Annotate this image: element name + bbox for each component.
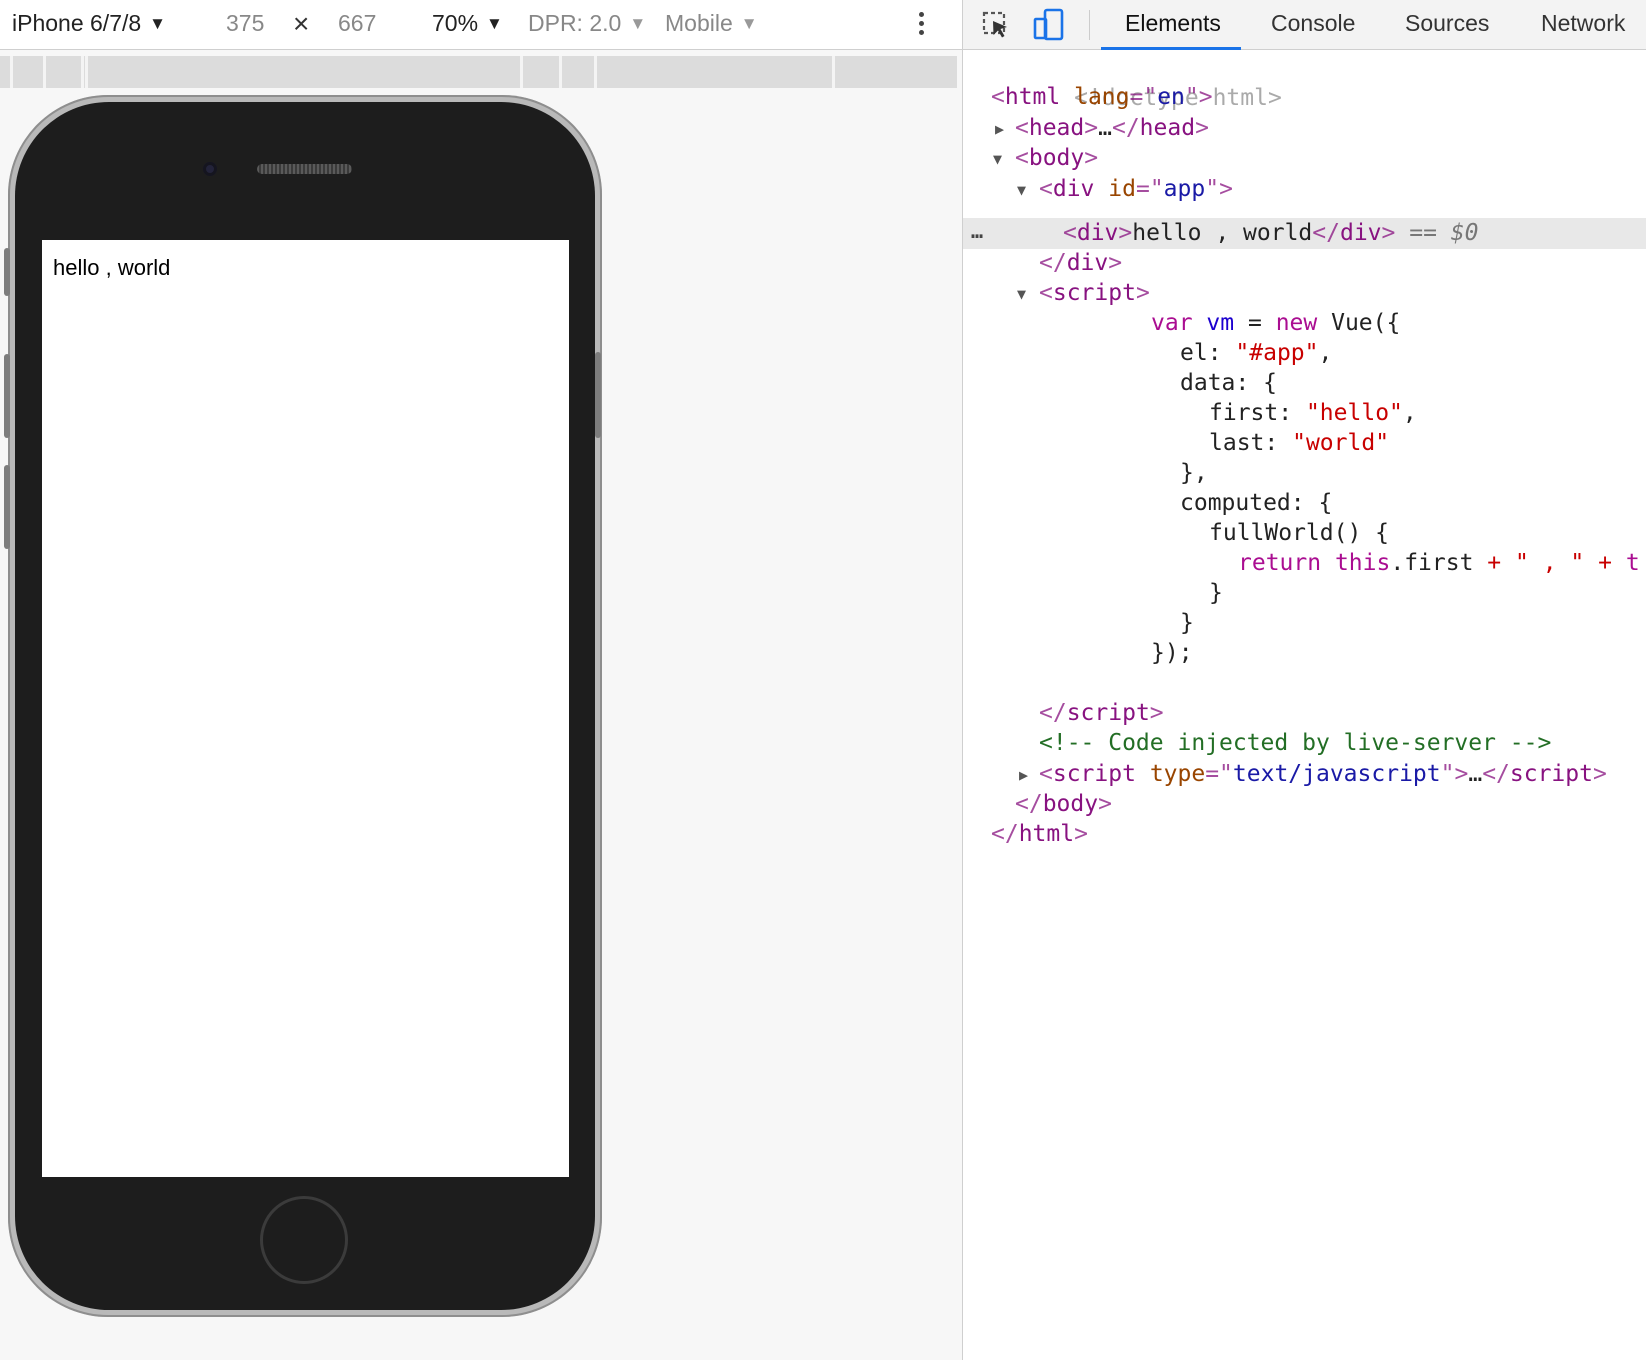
tab-console[interactable]: Console: [1271, 10, 1355, 37]
js-line: return this.first + " , " + t: [1238, 550, 1640, 576]
dom-line-script-close[interactable]: </script>: [1039, 698, 1164, 729]
caret-down-icon: ▼: [740, 14, 758, 33]
js-line: });: [1151, 640, 1193, 666]
dpr-selector[interactable]: DPR: 2.0 ▼: [528, 10, 646, 37]
dom-line-comment[interactable]: <!-- Code injected by live-server -->: [1039, 728, 1551, 759]
mode-value: Mobile: [665, 10, 733, 36]
dpr-value: DPR: 2.0: [528, 10, 622, 36]
dom-line-div-app[interactable]: <div id="app">: [1039, 174, 1233, 205]
js-line: computed: {: [1180, 490, 1333, 516]
speaker-grille: [257, 164, 352, 174]
swap-dimensions-icon[interactable]: ×: [293, 8, 309, 40]
emulated-viewport[interactable]: hello , world: [42, 240, 569, 1177]
dom-tree[interactable]: … <!doctype html> <html lang="en"> ▶ <he…: [963, 50, 1646, 1360]
js-line: },: [1180, 460, 1208, 486]
js-line: first: "hello",: [1209, 400, 1417, 426]
volume-up-button: [4, 354, 10, 438]
inspect-element-icon[interactable]: [981, 10, 1011, 45]
js-line: data: {: [1180, 370, 1277, 396]
mode-selector[interactable]: Mobile ▼: [665, 10, 758, 37]
height-input[interactable]: 667: [338, 10, 376, 37]
devtools-tabbar: Elements Console Sources Network: [963, 0, 1646, 50]
dom-line-selected-div[interactable]: <div>hello , world</div> == $0: [1063, 218, 1479, 249]
camera-icon: [203, 162, 217, 176]
dom-line-doctype[interactable]: <!doctype html>: [991, 52, 1282, 111]
expand-arrow-icon[interactable]: ▶: [1019, 766, 1028, 784]
device-emulation-pane: iPhone 6/7/8 ▼ 375 × 667 70% ▼ DPR: 2.0 ▼ M…: [0, 0, 962, 1360]
caret-down-icon: ▼: [629, 14, 647, 33]
zoom-value: 70%: [432, 10, 479, 36]
js-line: fullWorld() {: [1209, 520, 1390, 546]
node-actions-icon[interactable]: …: [971, 218, 984, 244]
tab-network[interactable]: Network: [1541, 10, 1625, 37]
expand-arrow-icon[interactable]: ▶: [995, 120, 1004, 138]
dom-line-body-close[interactable]: </body>: [1015, 789, 1112, 820]
dom-line-script-injected[interactable]: <script type="text/javascript">…</script…: [1039, 759, 1607, 790]
device-name: iPhone 6/7/8: [12, 10, 142, 36]
caret-down-icon: ▼: [149, 14, 166, 33]
dom-line-html[interactable]: <html lang="en">: [991, 82, 1213, 113]
width-input[interactable]: 375: [226, 10, 264, 37]
js-line: }: [1180, 610, 1194, 636]
devtools-panel: Elements Console Sources Network … <!doc…: [962, 0, 1646, 1360]
js-line: }: [1209, 580, 1223, 606]
dom-line-head[interactable]: <head>…</head>: [1015, 113, 1209, 144]
home-button: [260, 1196, 348, 1284]
mute-switch: [4, 248, 10, 296]
toolbar-separator: [1089, 10, 1090, 40]
js-line: last: "world": [1209, 430, 1390, 456]
app-content-text: hello , world: [53, 255, 171, 280]
device-toolbar: iPhone 6/7/8 ▼ 375 × 667 70% ▼ DPR: 2.0 ▼ M…: [0, 0, 962, 50]
dom-line-body[interactable]: <body>: [1015, 143, 1098, 174]
collapse-arrow-icon[interactable]: ▼: [1017, 181, 1026, 199]
device-toolbar-icon[interactable]: [1033, 8, 1065, 47]
media-query-bar[interactable]: [0, 56, 957, 88]
collapse-arrow-icon[interactable]: ▼: [1017, 285, 1026, 303]
js-line: var vm = new Vue({: [1151, 310, 1401, 336]
caret-down-icon: ▼: [486, 14, 503, 33]
tab-elements[interactable]: Elements: [1125, 10, 1221, 37]
dom-line-script[interactable]: <script>: [1039, 278, 1150, 309]
kebab-menu-icon[interactable]: [916, 12, 926, 40]
dom-line-html-close[interactable]: </html>: [991, 819, 1088, 850]
dom-line-div-close[interactable]: </div>: [1039, 248, 1122, 279]
volume-down-button: [4, 465, 10, 549]
collapse-arrow-icon[interactable]: ▼: [993, 150, 1002, 168]
device-selector[interactable]: iPhone 6/7/8 ▼: [12, 10, 166, 37]
zoom-selector[interactable]: 70% ▼: [432, 10, 503, 37]
js-line: el: "#app",: [1180, 340, 1333, 366]
power-button: [595, 352, 601, 438]
tab-sources[interactable]: Sources: [1405, 10, 1489, 37]
